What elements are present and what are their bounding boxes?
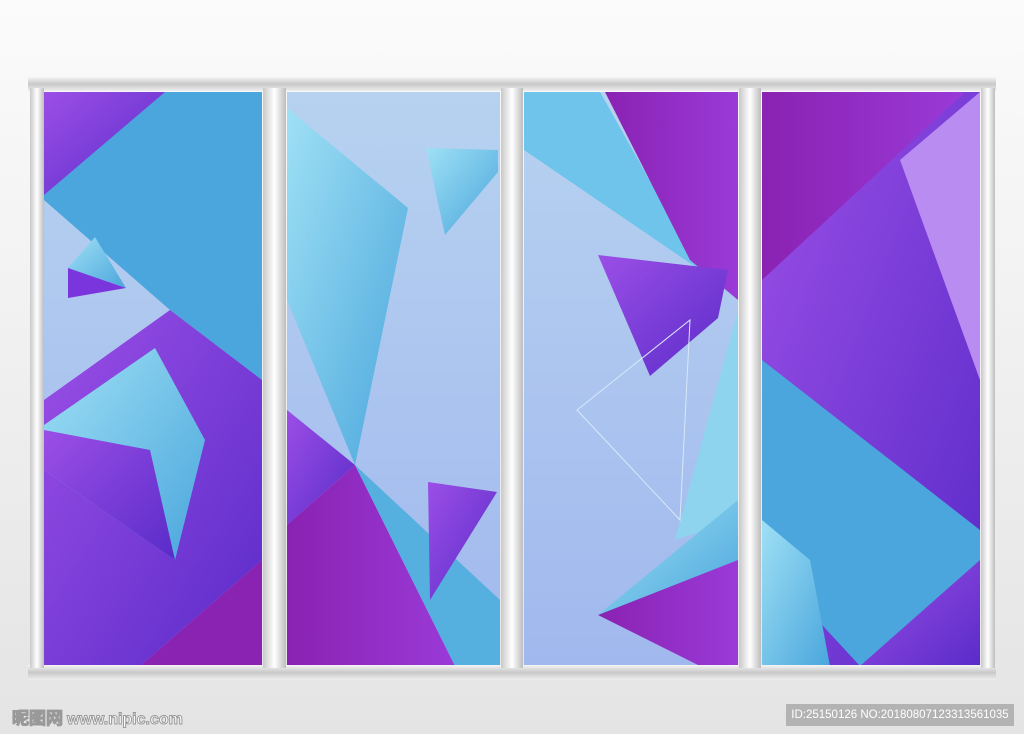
nipic-watermark-logo: 昵图网 www.nipic.com — [12, 704, 184, 729]
panel-1 — [44, 92, 262, 666]
four-panel-artwork — [28, 77, 996, 680]
panel-3 — [524, 92, 738, 666]
panel-4 — [762, 92, 980, 666]
panel-2 — [287, 92, 500, 666]
image-id-badge: ID:25150126 NO:20180807123313561035 — [786, 704, 1014, 726]
logo-text: 昵图网 — [12, 709, 64, 729]
site-url: www.nipic.com — [67, 711, 184, 729]
